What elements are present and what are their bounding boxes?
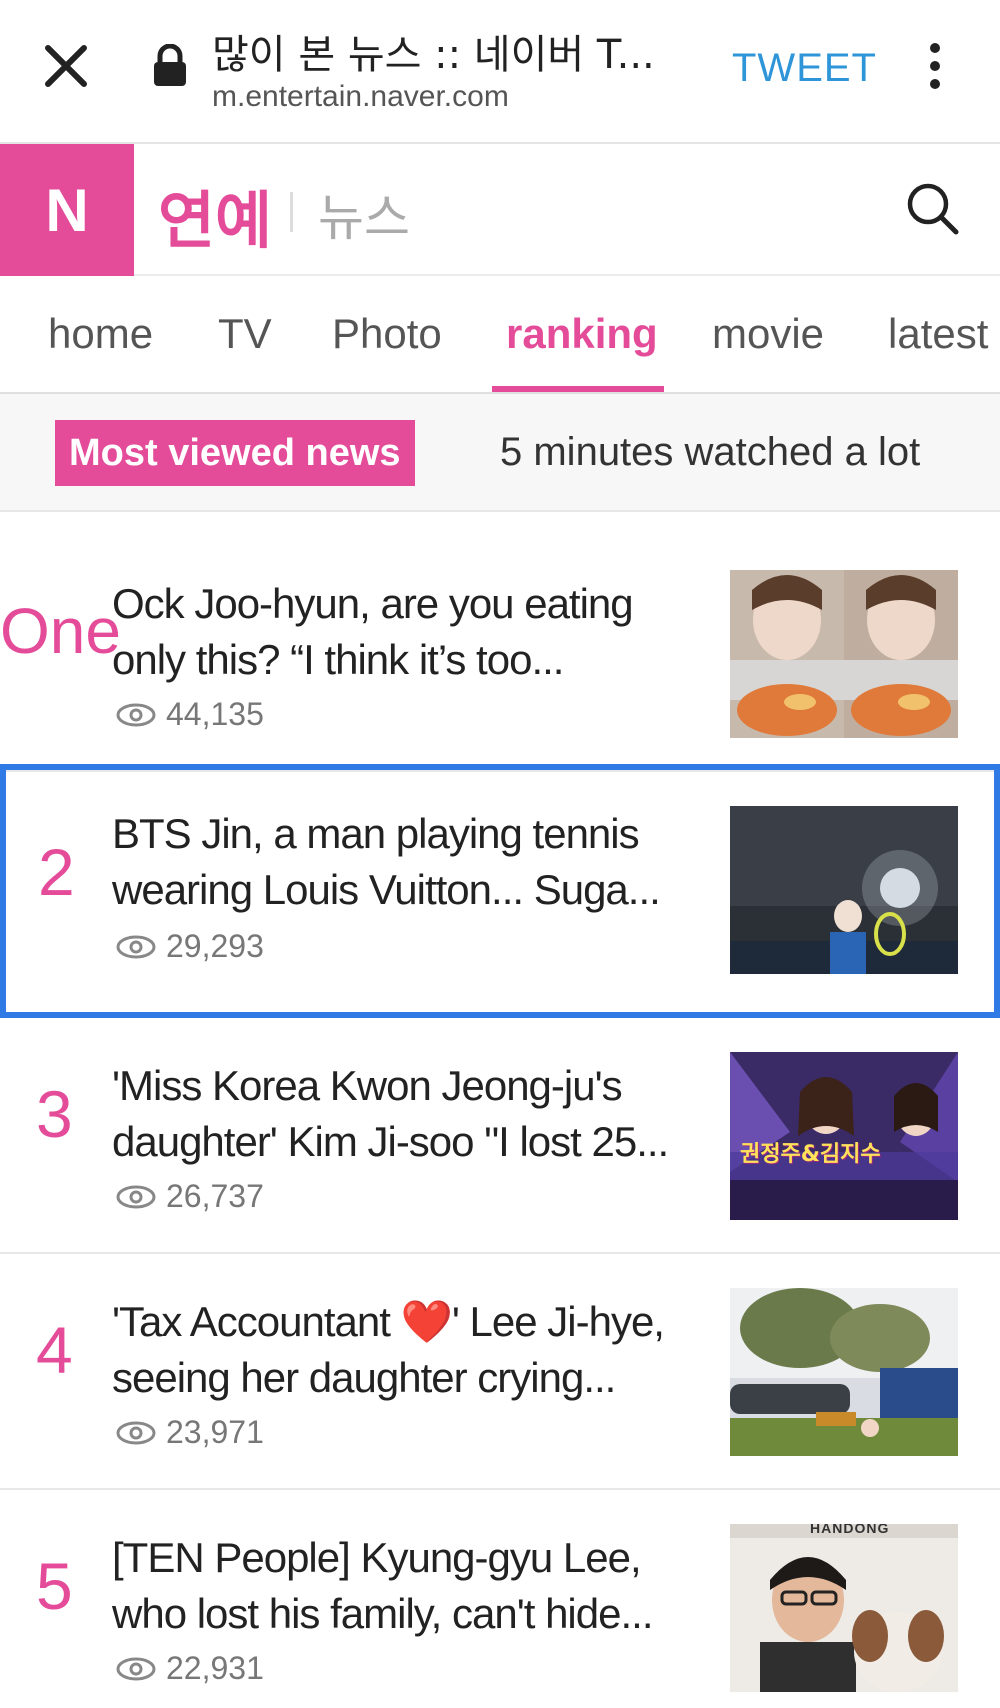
active-tab-indicator bbox=[492, 386, 664, 392]
view-count-value: 22,931 bbox=[166, 1650, 264, 1686]
site-header: N 연예 뉴스 bbox=[0, 144, 1000, 276]
section-title[interactable]: 연예 bbox=[158, 170, 272, 260]
rank-number: 5 bbox=[36, 1549, 73, 1623]
news-thumbnail[interactable] bbox=[730, 1288, 958, 1456]
eye-icon bbox=[116, 1185, 156, 1208]
news-thumbnail[interactable]: 권정주&김지수 bbox=[730, 1052, 958, 1220]
subsection-title[interactable]: 뉴스 bbox=[318, 178, 410, 250]
view-count-value: 26,737 bbox=[166, 1178, 264, 1214]
view-count-value: 23,971 bbox=[166, 1414, 264, 1450]
view-count: 23,971 bbox=[116, 1414, 264, 1451]
tab-home[interactable]: home bbox=[48, 310, 153, 358]
thumbnail-caption: 권정주&김지수 bbox=[740, 1142, 881, 1167]
ranking-header: Most viewed news 5 minutes watched a lot bbox=[0, 394, 1000, 512]
tab-tv[interactable]: TV bbox=[218, 310, 272, 358]
category-nav: home TV Photo ranking movie latest bbox=[0, 276, 1000, 394]
rank-number: 3 bbox=[36, 1077, 73, 1151]
news-item-selected[interactable]: 2 BTS Jin, a man playing tennis wearing … bbox=[0, 764, 1000, 1018]
eye-icon bbox=[116, 935, 156, 958]
view-count: 44,135 bbox=[116, 696, 264, 733]
view-count: 29,293 bbox=[116, 928, 264, 965]
view-count: 22,931 bbox=[116, 1650, 264, 1687]
browser-bar: 많이 본 뉴스 :: 네이버 T... m.entertain.naver.co… bbox=[0, 0, 1000, 144]
news-thumbnail[interactable] bbox=[730, 806, 958, 974]
rank-number: 4 bbox=[36, 1313, 73, 1387]
tab-title: 많이 본 뉴스 :: 네이버 T... bbox=[212, 32, 655, 78]
tab-movie[interactable]: movie bbox=[712, 310, 824, 358]
eye-icon bbox=[116, 703, 156, 726]
news-item[interactable]: 3 'Miss Korea Kwon Jeong-ju's daughter' … bbox=[0, 1018, 1000, 1254]
ranking-period-label: 5 minutes watched a lot bbox=[500, 430, 921, 474]
news-headline[interactable]: 'Tax Accountant ❤️' Lee Ji-hye, seeing h… bbox=[112, 1294, 682, 1406]
most-viewed-badge[interactable]: Most viewed news bbox=[55, 420, 415, 486]
tab-latest[interactable]: latest bbox=[888, 310, 988, 358]
header-divider bbox=[290, 192, 293, 232]
news-thumbnail[interactable] bbox=[730, 570, 958, 738]
thumbnail-caption: HANDONG bbox=[810, 1524, 890, 1536]
rank-number: 2 bbox=[38, 835, 75, 909]
close-icon[interactable] bbox=[40, 40, 92, 92]
more-options-icon[interactable] bbox=[918, 40, 952, 92]
page-url[interactable]: m.entertain.naver.com bbox=[212, 80, 509, 114]
news-thumbnail[interactable]: HANDONG bbox=[730, 1524, 958, 1692]
eye-icon bbox=[116, 1657, 156, 1680]
view-count-value: 29,293 bbox=[166, 928, 264, 964]
tab-ranking[interactable]: ranking bbox=[506, 310, 658, 358]
lock-icon bbox=[152, 43, 188, 88]
search-icon[interactable] bbox=[904, 180, 962, 238]
tweet-button[interactable]: TWEET bbox=[732, 46, 877, 91]
news-headline[interactable]: BTS Jin, a man playing tennis wearing Lo… bbox=[112, 806, 682, 918]
rank-number: One bbox=[0, 595, 121, 667]
view-count-value: 44,135 bbox=[166, 696, 264, 732]
news-item[interactable]: 5 [TEN People] Kyung-gyu Lee, who lost h… bbox=[0, 1490, 1000, 1708]
news-headline[interactable]: Ock Joo-hyun, are you eating only this? … bbox=[112, 576, 682, 688]
news-item[interactable]: One Ock Joo-hyun, are you eating only th… bbox=[0, 536, 1000, 772]
naver-logo[interactable]: N bbox=[0, 144, 134, 276]
view-count: 26,737 bbox=[116, 1178, 264, 1215]
news-item[interactable]: 4 'Tax Accountant ❤️' Lee Ji-hye, seeing… bbox=[0, 1254, 1000, 1490]
tab-photo[interactable]: Photo bbox=[332, 310, 442, 358]
eye-icon bbox=[116, 1421, 156, 1444]
news-headline[interactable]: 'Miss Korea Kwon Jeong-ju's daughter' Ki… bbox=[112, 1058, 682, 1170]
news-headline[interactable]: [TEN People] Kyung-gyu Lee, who lost his… bbox=[112, 1530, 682, 1642]
